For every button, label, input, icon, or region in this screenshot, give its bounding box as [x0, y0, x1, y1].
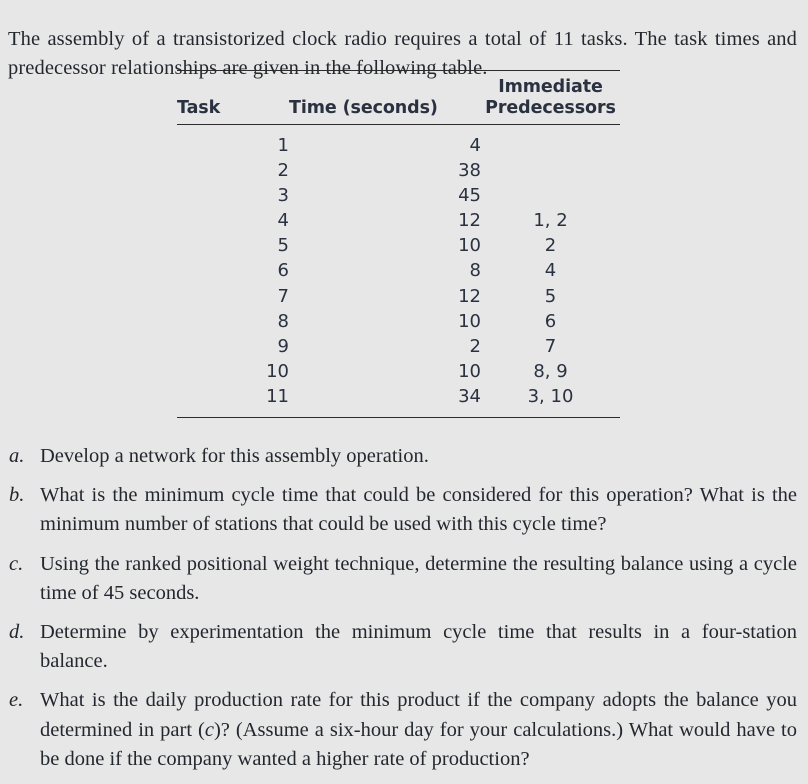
cell-task: 6: [277, 260, 289, 282]
question-list: a. Develop a network for this assembly op…: [8, 442, 797, 784]
table-row: 5 10 2: [177, 233, 620, 258]
question-marker: a.: [9, 445, 25, 467]
cell-predecessors: [481, 158, 620, 183]
table-row: 6 8 4: [177, 258, 620, 283]
cell-time: 2: [469, 335, 481, 357]
task-table-body: 1 4 2 38 3 45 4 12 1, 2 5 10 2 6 8 4 7 12 5 8 10 6 9 2 7 10 10 8, …: [177, 125, 620, 417]
table-row: 9 2 7: [177, 334, 620, 359]
cell-task: 3: [277, 185, 289, 207]
question-marker: b.: [9, 484, 25, 507]
cell-time: 10: [458, 310, 481, 332]
task-table: Task Time (seconds) Immediate Predecesso…: [177, 71, 620, 124]
question-marker: d.: [9, 621, 25, 644]
cell-task: 7: [277, 285, 289, 307]
cell-predecessors: 1, 2: [533, 210, 568, 232]
table-row: 4 12 1, 2: [177, 208, 620, 233]
cell-task: 8: [277, 310, 289, 332]
question-text: Develop a network for this assembly oper…: [40, 445, 429, 467]
table-header: Task Time (seconds) Immediate Predecesso…: [177, 71, 620, 124]
question-item: e. What is the daily production rate for …: [8, 686, 797, 774]
cell-task: 4: [277, 210, 289, 232]
textbook-problem-page: The assembly of a transistorized clock r…: [0, 0, 808, 770]
cell-time: 45: [458, 185, 481, 207]
column-header-predecessors-line2: Predecessors: [485, 98, 616, 118]
cell-task: 2: [277, 160, 289, 182]
question-marker: e.: [9, 689, 24, 712]
cell-time: 10: [458, 235, 481, 257]
cell-predecessors: 6: [544, 310, 557, 332]
table-row: 11 34 3, 10: [177, 384, 620, 417]
table-row: 14: [177, 125, 620, 158]
cell-predecessors: 8, 9: [533, 360, 568, 382]
table-row: 8 10 6: [177, 309, 620, 334]
question-item: d. Determine by experimentation the minim…: [8, 618, 797, 676]
table-bottom-rule: [177, 417, 620, 419]
question-text: Using the ranked positional weight techn…: [40, 552, 797, 604]
question-marker: c.: [9, 552, 24, 575]
cell-predecessors: [481, 183, 620, 208]
question-text: What is the minimum cycle time that coul…: [40, 484, 797, 536]
cell-predecessors: 7: [544, 335, 557, 357]
cell-predecessors: 5: [544, 285, 557, 307]
cell-predecessors: 2: [544, 235, 557, 257]
question-italic-reference: c: [204, 718, 214, 741]
cell-predecessors: [481, 125, 620, 158]
column-header-predecessors: Immediate Predecessors: [481, 71, 620, 124]
table-body: 1 4 2 38 3 45 4 12 1, 2 5 10 2 6 8 4 7 12 5 8 10 6 9 2 7 10 10 8, …: [177, 125, 620, 417]
cell-time: 38: [458, 160, 481, 182]
cell-predecessors: 3, 10: [527, 385, 574, 407]
cell-task: 11: [266, 385, 289, 407]
table-row: 10 10 8, 9: [177, 359, 620, 384]
column-header-time: Time (seconds): [289, 98, 438, 118]
cell-task: 9: [277, 335, 289, 357]
question-text: Determine by experimentation the minimum…: [40, 621, 797, 673]
cell-time: 10: [458, 360, 481, 382]
question-text: What is the daily production rate for th…: [40, 689, 797, 770]
question-item: c. Using the ranked positional weight tec…: [8, 550, 797, 608]
cell-task: 5: [277, 235, 289, 257]
task-data-table: Task Time (seconds) Immediate Predecesso…: [177, 70, 620, 419]
cell-task: 10: [266, 360, 289, 382]
cell-task: 1: [277, 135, 289, 156]
table-row: 3 45: [177, 183, 620, 208]
column-header-predecessors-line1: Immediate: [498, 77, 603, 97]
cell-time: 4: [469, 135, 481, 156]
cell-time: 34: [458, 385, 481, 407]
cell-time: 12: [458, 210, 481, 232]
column-header-task: Task: [177, 98, 221, 118]
table-row: 2 38: [177, 158, 620, 183]
cell-predecessors: 4: [544, 260, 557, 282]
table-header-row: Task Time (seconds) Immediate Predecesso…: [177, 71, 620, 124]
cell-time: 12: [458, 285, 481, 307]
cell-time: 8: [469, 260, 481, 282]
question-item: b. What is the minimum cycle time that co…: [8, 481, 797, 539]
table-row: 7 12 5: [177, 284, 620, 309]
question-item: a. Develop a network for this assembly op…: [8, 442, 797, 471]
